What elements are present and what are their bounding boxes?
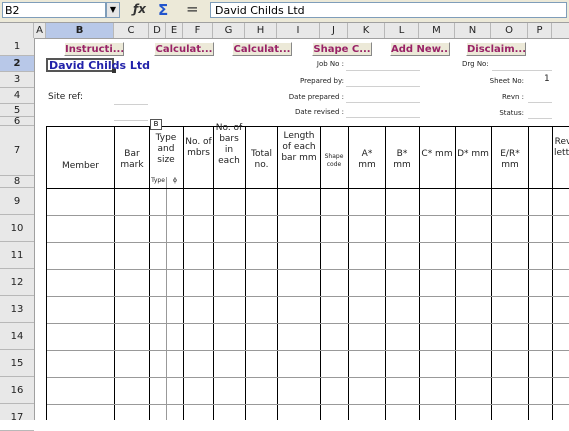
row-line — [47, 323, 569, 324]
row-header-3[interactable]: 3 — [0, 72, 34, 88]
fill-handle[interactable] — [112, 69, 116, 73]
header-type-size: Type and size — [155, 133, 177, 165]
column-header-n[interactable]: N — [455, 23, 491, 38]
shape-codes-button[interactable]: Shape C... — [312, 42, 372, 56]
column-header-h[interactable]: H — [245, 23, 277, 38]
row-header-2[interactable]: 2 — [0, 56, 34, 72]
row-line — [47, 350, 569, 351]
column-header-b[interactable]: B — [46, 23, 114, 38]
header-bars-each: No. of bars in each — [215, 123, 243, 166]
date-revised-label: Date revised : — [294, 108, 344, 116]
column-header-o[interactable]: O — [491, 23, 528, 38]
calculate-button-2[interactable]: Calculat... — [232, 42, 292, 56]
header-no-mbrs: No. of mbrs — [185, 137, 212, 158]
row-line — [47, 404, 569, 405]
row-header-12[interactable]: 12 — [0, 269, 34, 296]
row-header-1[interactable]: 1 — [0, 38, 34, 56]
row-header-8[interactable]: 8 — [0, 176, 34, 188]
sheet-no-value: 1 — [544, 74, 550, 84]
row-line — [47, 296, 569, 297]
column-header-a[interactable]: A — [34, 23, 46, 38]
revn-label: Revn : — [501, 93, 524, 101]
row-header-14[interactable]: 14 — [0, 323, 34, 350]
instructions-button[interactable]: Instructi... — [64, 42, 124, 56]
row-line — [47, 215, 569, 216]
header-total: Total no. — [250, 149, 273, 170]
row-header-7[interactable]: 7 — [0, 126, 34, 176]
header-a: A* mm — [358, 149, 376, 170]
company-name-cell[interactable]: David Childs Ltd — [46, 58, 150, 72]
equals-icon[interactable]: = — [186, 0, 202, 18]
calculate-button-1[interactable]: Calculat... — [154, 42, 214, 56]
prepared-by-label: Prepared by: — [300, 77, 344, 85]
header-d: D* mm — [457, 149, 489, 159]
column-header-f[interactable]: F — [183, 23, 213, 38]
drg-no-line — [492, 70, 552, 71]
name-box[interactable]: B2 — [2, 2, 106, 18]
date-prepared-line — [346, 102, 420, 103]
column-header-e[interactable]: E — [166, 23, 183, 38]
column-header-k[interactable]: K — [348, 23, 385, 38]
row-header-17[interactable]: 17 — [0, 404, 34, 431]
col-divider-sub — [166, 177, 167, 420]
status-label: Status: — [499, 109, 524, 117]
site-ref-label: Site ref: — [48, 92, 84, 102]
column-header-g[interactable]: G — [213, 23, 245, 38]
column-header-i[interactable]: I — [277, 23, 320, 38]
column-header-l[interactable]: L — [385, 23, 419, 38]
formula-bar: B2 ▼ ƒx Σ = David Childs Ltd — [0, 0, 569, 23]
row-line — [47, 377, 569, 378]
row-headers: 1 2 3 4 5 6 7 8 9 10 11 12 13 14 15 16 1… — [0, 38, 35, 431]
chevron-down-icon[interactable]: ▼ — [106, 2, 120, 18]
header-b: B* mm — [393, 149, 411, 170]
header-bottom-line — [47, 188, 569, 189]
disclaimer-button[interactable]: Disclaim... — [466, 42, 526, 56]
row-line — [47, 242, 569, 243]
bar-schedule-table: B Member Bar mark Type and size Type ϕ N… — [46, 119, 569, 420]
header-member: Member — [61, 161, 100, 171]
column-header-c[interactable]: C — [114, 23, 149, 38]
row-header-13[interactable]: 13 — [0, 296, 34, 323]
row-line — [47, 269, 569, 270]
date-prepared-label: Date prepared : — [288, 93, 344, 101]
row-header-6[interactable]: 6 — [0, 116, 34, 127]
job-no-label: Job No : — [316, 60, 344, 68]
row-header-4[interactable]: 4 — [0, 88, 34, 104]
site-ref-underline — [114, 104, 148, 105]
row-header-15[interactable]: 15 — [0, 350, 34, 377]
status-line — [528, 118, 552, 119]
select-all-corner[interactable] — [0, 23, 34, 38]
header-phi-sub: ϕ — [173, 177, 177, 184]
header-type-sub: Type — [151, 177, 165, 184]
sheet-no-label: Sheet No: — [489, 77, 524, 85]
column-headers: A B C D E F G H I J K L M N O P — [0, 23, 569, 39]
row-header-11[interactable]: 11 — [0, 242, 34, 269]
column-header-p[interactable]: P — [528, 23, 552, 38]
row-header-16[interactable]: 16 — [0, 377, 34, 404]
column-header-d[interactable]: D — [149, 23, 166, 38]
drg-no-label: Drg No: — [462, 60, 489, 68]
header-bar-mark: Bar mark — [120, 149, 144, 170]
job-no-line — [346, 70, 420, 71]
company-name: David Childs Ltd — [49, 59, 151, 72]
row-header-9[interactable]: 9 — [0, 188, 34, 215]
header-c: C* mm — [421, 149, 453, 159]
prepared-by-line — [346, 86, 420, 87]
header-er: E/R* mm — [500, 149, 520, 170]
function-wizard-icon[interactable]: ƒx — [133, 2, 151, 18]
formula-input[interactable]: David Childs Ltd — [210, 2, 567, 18]
header-length: Length of each bar mm — [281, 131, 317, 163]
column-header-m[interactable]: M — [419, 23, 455, 38]
table-marker: B — [150, 119, 162, 130]
site-ref-underline-2 — [114, 120, 148, 121]
add-new-button[interactable]: Add New... — [390, 42, 450, 56]
header-shape-code: Shape code — [324, 153, 344, 168]
date-revised-line — [346, 117, 420, 118]
sheet-grid[interactable]: Instructi... Calculat... Calculat... Sha… — [34, 38, 569, 420]
column-header-j[interactable]: J — [320, 23, 348, 38]
header-rev: Rev letter — [554, 137, 569, 158]
row-header-10[interactable]: 10 — [0, 215, 34, 242]
revn-line — [528, 102, 552, 103]
sum-icon[interactable]: Σ — [158, 1, 174, 19]
